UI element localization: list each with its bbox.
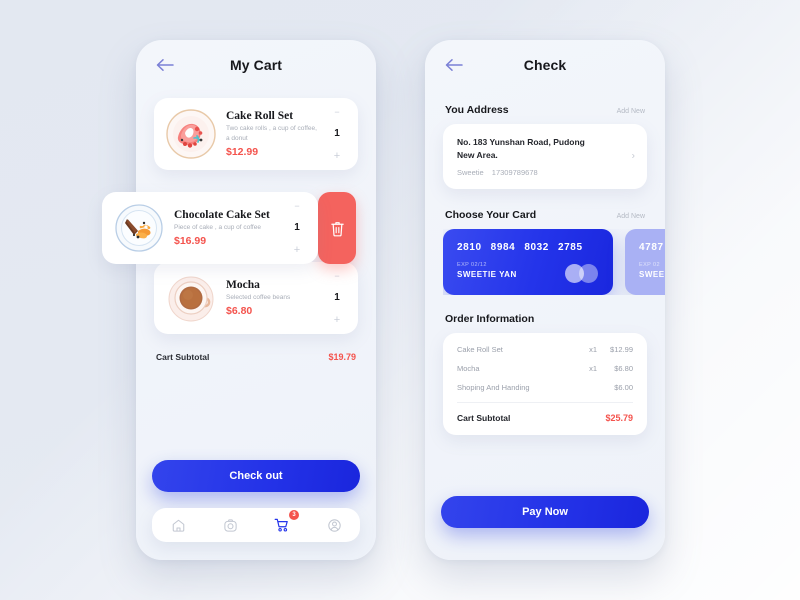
order-section-header: Order Information [445,313,645,325]
cart-subtotal-label: Cart Subtotal [156,352,210,362]
quantity-stepper[interactable]: − 1 + [286,199,308,257]
cart-badge-count: 3 [289,510,299,520]
page-title: Check [523,57,567,73]
order-total-row: Cart Subtotal $25.79 [457,413,633,423]
delete-item-button[interactable] [318,192,356,264]
increment-button[interactable]: + [334,315,340,326]
cart-item-info: Cake Roll Set Two cake rolls , a cup of … [218,110,326,158]
contact-phone: 17309789678 [491,167,538,177]
nav-item-cart[interactable]: 3 [271,510,299,536]
address-line-1: No. 183 Yunshan Road, Pudong [457,137,585,147]
bottom-navigation-bar: 3 [152,508,360,542]
cart-item-name: Cake Roll Set [226,110,294,123]
quantity-value: 1 [294,222,300,233]
cart-subtotal-value: $19.79 [328,352,356,362]
cart-item-name: Chocolate Cake Set [174,208,270,221]
card-number: 4787 [639,242,665,253]
address-section-title: You Address [445,104,509,116]
address-card[interactable]: No. 183 Yunshan Road, Pudong New Area. S… [443,124,647,189]
cart-item-description: Piece of cake , a cup of coffee [174,223,261,231]
cart-subtotal-row: Cart Subtotal $19.79 [156,352,356,362]
order-item-qty: x1 [589,363,597,373]
order-item-price: $6.80 [614,363,633,373]
nav-item-profile[interactable] [323,514,345,536]
contact-name: Sweetie [457,167,484,177]
order-item-name: Mocha [457,363,480,373]
card-number-group: 8032 [524,241,549,253]
increment-button[interactable]: + [334,151,340,162]
decrement-button[interactable]: − [334,272,339,281]
order-item-price: $12.99 [610,344,633,354]
address-contact: Sweetie 17309789678 [457,168,633,177]
divider [457,401,633,403]
order-total-value: $25.79 [605,412,633,423]
chocolate-cake-image [112,201,166,255]
cart-header: My Cart [136,40,376,92]
address-section-header: You Address Add New [445,104,645,116]
cart-item-row-swiped[interactable]: Chocolate Cake Set Piece of cake , a cup… [102,192,318,264]
checkout-button-label: Check out [229,470,283,482]
payment-card-carousel[interactable]: 2810 8984 8032 2785 EXP 02/12 SWEETIE YA… [443,228,665,295]
nav-item-home[interactable] [167,514,189,536]
check-header: Check [425,40,665,92]
order-item-name: Cake Roll Set [457,344,503,354]
cake-roll-image [164,107,218,161]
mastercard-logo-icon [565,263,599,283]
cart-item-description: Selected coffee beans [226,293,291,301]
card-number-group: 8984 [490,241,516,253]
quantity-value: 1 [334,128,340,139]
cart-item-row[interactable]: Mocha Selected coffee beans $6.80 − 1 + [154,262,358,334]
payment-card-selected[interactable]: 2810 8984 8032 2785 EXP 02/12 SWEETIE YA… [443,228,613,295]
card-number-group: 2785 [557,241,583,253]
address-add-new-link[interactable]: Add New [617,108,645,115]
quantity-value: 1 [334,292,340,303]
order-row: Mocha x1 $6.80 [457,364,633,373]
cart-item-price: $12.99 [226,145,259,158]
phone-cart-screen: My Cart Cake Roll Set Two cake rolls , a… [136,40,376,560]
decrement-button[interactable]: − [294,202,299,211]
order-item-qty: x1 [589,344,597,354]
cart-item-name: Mocha [226,278,260,291]
pay-now-button-label: Pay Now [522,506,568,518]
card-number-group: 2810 [457,241,482,253]
quantity-stepper[interactable]: − 1 + [326,105,348,163]
increment-button[interactable]: + [294,245,300,256]
cart-item-row[interactable]: Cake Roll Set Two cake rolls , a cup of … [154,98,358,170]
card-number-group: 4787 [639,241,664,253]
card-holder: SWEE [639,269,665,279]
order-summary-card: Cake Roll Set x1 $12.99 Mocha x1 $6.80 S… [443,332,647,435]
card-expiry: EXP 02 [639,261,660,268]
order-item-name: Shoping And Handing [457,382,530,392]
order-item-price: $6.00 [614,382,633,392]
decrement-button[interactable]: − [334,108,339,117]
order-total-label: Cart Subtotal [457,412,511,423]
app-stage: My Cart Cake Roll Set Two cake rolls , a… [0,0,800,600]
payment-card-next[interactable]: 4787 EXP 02 SWEE [625,228,665,295]
card-section-title: Choose Your Card [445,208,537,221]
phone-check-screen: Check You Address Add New No. 183 Yunsha… [425,40,665,560]
chevron-right-icon: › [631,150,635,162]
nav-item-discover[interactable] [219,514,241,536]
card-add-new-link[interactable]: Add New [617,213,645,220]
order-row: Shoping And Handing $6.00 [457,383,633,392]
cart-item-description: Two cake rolls , a cup of coffee, a donu… [226,125,317,142]
address-line-2: New Area. [457,149,498,160]
checkout-button[interactable]: Check out [152,460,360,492]
cart-item-price: $6.80 [226,305,253,318]
pay-now-button[interactable]: Pay Now [441,496,649,528]
cart-item-info: Chocolate Cake Set Piece of cake , a cup… [166,209,286,247]
cart-item-info: Mocha Selected coffee beans $6.80 [218,279,326,317]
card-number: 2810 8984 8032 2785 [457,242,599,253]
order-section-title: Order Information [445,312,535,325]
order-row: Cake Roll Set x1 $12.99 [457,345,633,354]
cart-item-price: $16.99 [174,235,207,248]
quantity-stepper[interactable]: − 1 + [326,269,348,327]
mocha-cup-image [164,271,218,325]
card-section-header: Choose Your Card Add New [445,209,645,221]
page-title: My Cart [229,57,283,73]
